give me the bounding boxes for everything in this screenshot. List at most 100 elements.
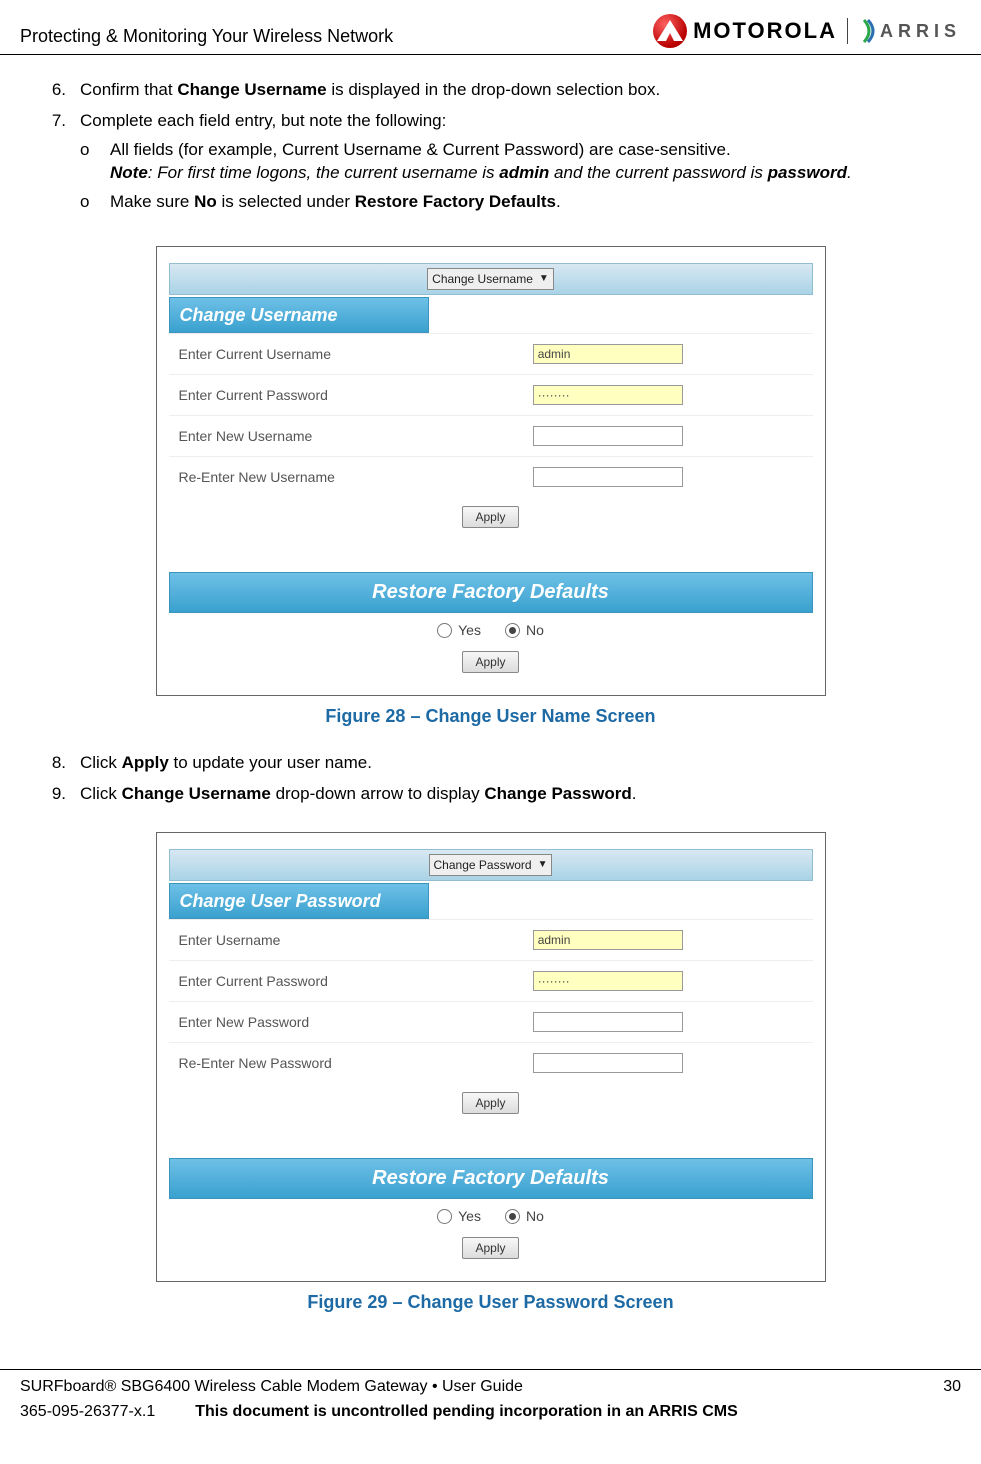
restore-yes-option[interactable]: Yes [437, 1207, 481, 1226]
motorola-wordmark: MOTOROLA [693, 16, 837, 46]
arris-wordmark: ARRIS [880, 19, 961, 43]
username-form: Enter Current Username Enter Current Pas… [169, 333, 813, 497]
radio-icon [505, 623, 520, 638]
radio-label: Yes [458, 1207, 481, 1226]
field-label: Enter Current Password [169, 961, 523, 1002]
field-label: Enter Username [169, 920, 523, 961]
note-text: : For first time logons, the current use… [148, 163, 499, 182]
password-form: Enter Username Enter Current Password En… [169, 919, 813, 1083]
restore-radio-group: Yes No [169, 613, 813, 642]
figure-caption: Figure 29 – Change User Password Screen [40, 1290, 941, 1314]
footer-page-number: 30 [943, 1376, 961, 1398]
new-password-input[interactable] [533, 1012, 683, 1032]
substep-text: Make sure [110, 192, 194, 211]
substep-bold: No [194, 192, 217, 211]
mode-dropdown[interactable]: Change Username ▼ [427, 268, 554, 290]
field-label: Enter Current Username [169, 333, 523, 374]
step-bold: Change Password [484, 784, 631, 803]
current-password-input[interactable] [533, 971, 683, 991]
step-number: 9. [40, 783, 66, 806]
step-bold: Change Username [177, 80, 326, 99]
section-header: Change User Password [169, 883, 429, 919]
circle-bullet-icon: ο [80, 191, 98, 214]
figure-caption: Figure 28 – Change User Name Screen [40, 704, 941, 728]
radio-label: No [526, 621, 544, 640]
motorola-batwing-icon [653, 14, 687, 48]
current-username-input[interactable] [533, 344, 683, 364]
substep-text: . [556, 192, 561, 211]
step-bold: Apply [122, 753, 169, 772]
field-label: Re-Enter New Password [169, 1043, 523, 1084]
restore-radio-group: Yes No [169, 1199, 813, 1228]
reenter-username-input[interactable] [533, 467, 683, 487]
footer-product: SURFboard® SBG6400 Wireless Cable Modem … [20, 1376, 523, 1398]
reenter-password-input[interactable] [533, 1053, 683, 1073]
step-number: 8. [40, 752, 66, 775]
footer-doc-id: 365-095-26377-x.1 [20, 1401, 155, 1423]
circle-bullet-icon: ο [80, 139, 98, 185]
new-username-input[interactable] [533, 426, 683, 446]
step-text: to update your user name. [169, 753, 372, 772]
field-label: Enter New Password [169, 1002, 523, 1043]
doc-footer: SURFboard® SBG6400 Wireless Cable Modem … [0, 1369, 981, 1441]
note-bold: admin [499, 163, 549, 182]
substep-text: All fields (for example, Current Usernam… [110, 140, 731, 159]
apply-button[interactable]: Apply [462, 1237, 518, 1259]
figure-29: Change Password ▼ Change User Password E… [156, 832, 826, 1282]
field-label: Enter Current Password [169, 374, 523, 415]
arris-swoosh-icon [862, 18, 876, 44]
step-text: Click [80, 784, 122, 803]
change-username-panel: Change Username ▼ Change Username Enter … [156, 246, 826, 696]
field-label: Re-Enter New Username [169, 456, 523, 497]
chevron-down-icon: ▼ [539, 272, 549, 286]
restore-no-option[interactable]: No [505, 621, 544, 640]
section-title: Protecting & Monitoring Your Wireless Ne… [20, 24, 393, 48]
restore-yes-option[interactable]: Yes [437, 621, 481, 640]
note-text: and the current password is [549, 163, 767, 182]
footer-uncontrolled: This document is uncontrolled pending in… [195, 1401, 738, 1423]
substep-b: ο Make sure No is selected under Restore… [80, 191, 941, 214]
header-logos: MOTOROLA ARRIS [653, 14, 961, 48]
step-number: 6. [40, 79, 66, 102]
step-text: Complete each field entry, but note the … [80, 111, 446, 130]
step-bold: Change Username [122, 784, 271, 803]
restore-no-option[interactable]: No [505, 1207, 544, 1226]
radio-label: Yes [458, 621, 481, 640]
arris-logo: ARRIS [847, 18, 961, 44]
step-9: 9. Click Change Username drop-down arrow… [40, 783, 941, 806]
mode-bar: Change Password ▼ [169, 849, 813, 881]
step-6: 6. Confirm that Change Username is displ… [40, 79, 941, 102]
step-text: Confirm that [80, 80, 177, 99]
mode-dropdown[interactable]: Change Password ▼ [429, 854, 553, 876]
restore-header: Restore Factory Defaults [169, 1158, 813, 1199]
section-header: Change Username [169, 297, 429, 333]
figure-28: Change Username ▼ Change Username Enter … [156, 246, 826, 696]
dropdown-value: Change Username [432, 271, 533, 287]
table-row: Enter Current Username [169, 333, 813, 374]
table-row: Enter Current Password [169, 374, 813, 415]
step-text: Click [80, 753, 122, 772]
step-text: . [632, 784, 637, 803]
radio-icon [437, 623, 452, 638]
table-row: Re-Enter New Password [169, 1043, 813, 1084]
apply-button[interactable]: Apply [462, 1092, 518, 1114]
step-number: 7. [40, 110, 66, 220]
motorola-logo: MOTOROLA [653, 14, 837, 48]
note-bold: password [768, 163, 847, 182]
page-content: 6. Confirm that Change Username is displ… [0, 55, 981, 1369]
step-7: 7. Complete each field entry, but note t… [40, 110, 941, 220]
chevron-down-icon: ▼ [538, 858, 548, 872]
step-text: drop-down arrow to display [271, 784, 485, 803]
current-password-input[interactable] [533, 385, 683, 405]
apply-button[interactable]: Apply [462, 651, 518, 673]
table-row: Enter New Password [169, 1002, 813, 1043]
field-label: Enter New Username [169, 415, 523, 456]
doc-header: Protecting & Monitoring Your Wireless Ne… [0, 0, 981, 55]
table-row: Re-Enter New Username [169, 456, 813, 497]
substep-text: is selected under [217, 192, 355, 211]
table-row: Enter Current Password [169, 961, 813, 1002]
username-input[interactable] [533, 930, 683, 950]
radio-icon [437, 1209, 452, 1224]
note-label: Note [110, 163, 148, 182]
apply-button[interactable]: Apply [462, 506, 518, 528]
